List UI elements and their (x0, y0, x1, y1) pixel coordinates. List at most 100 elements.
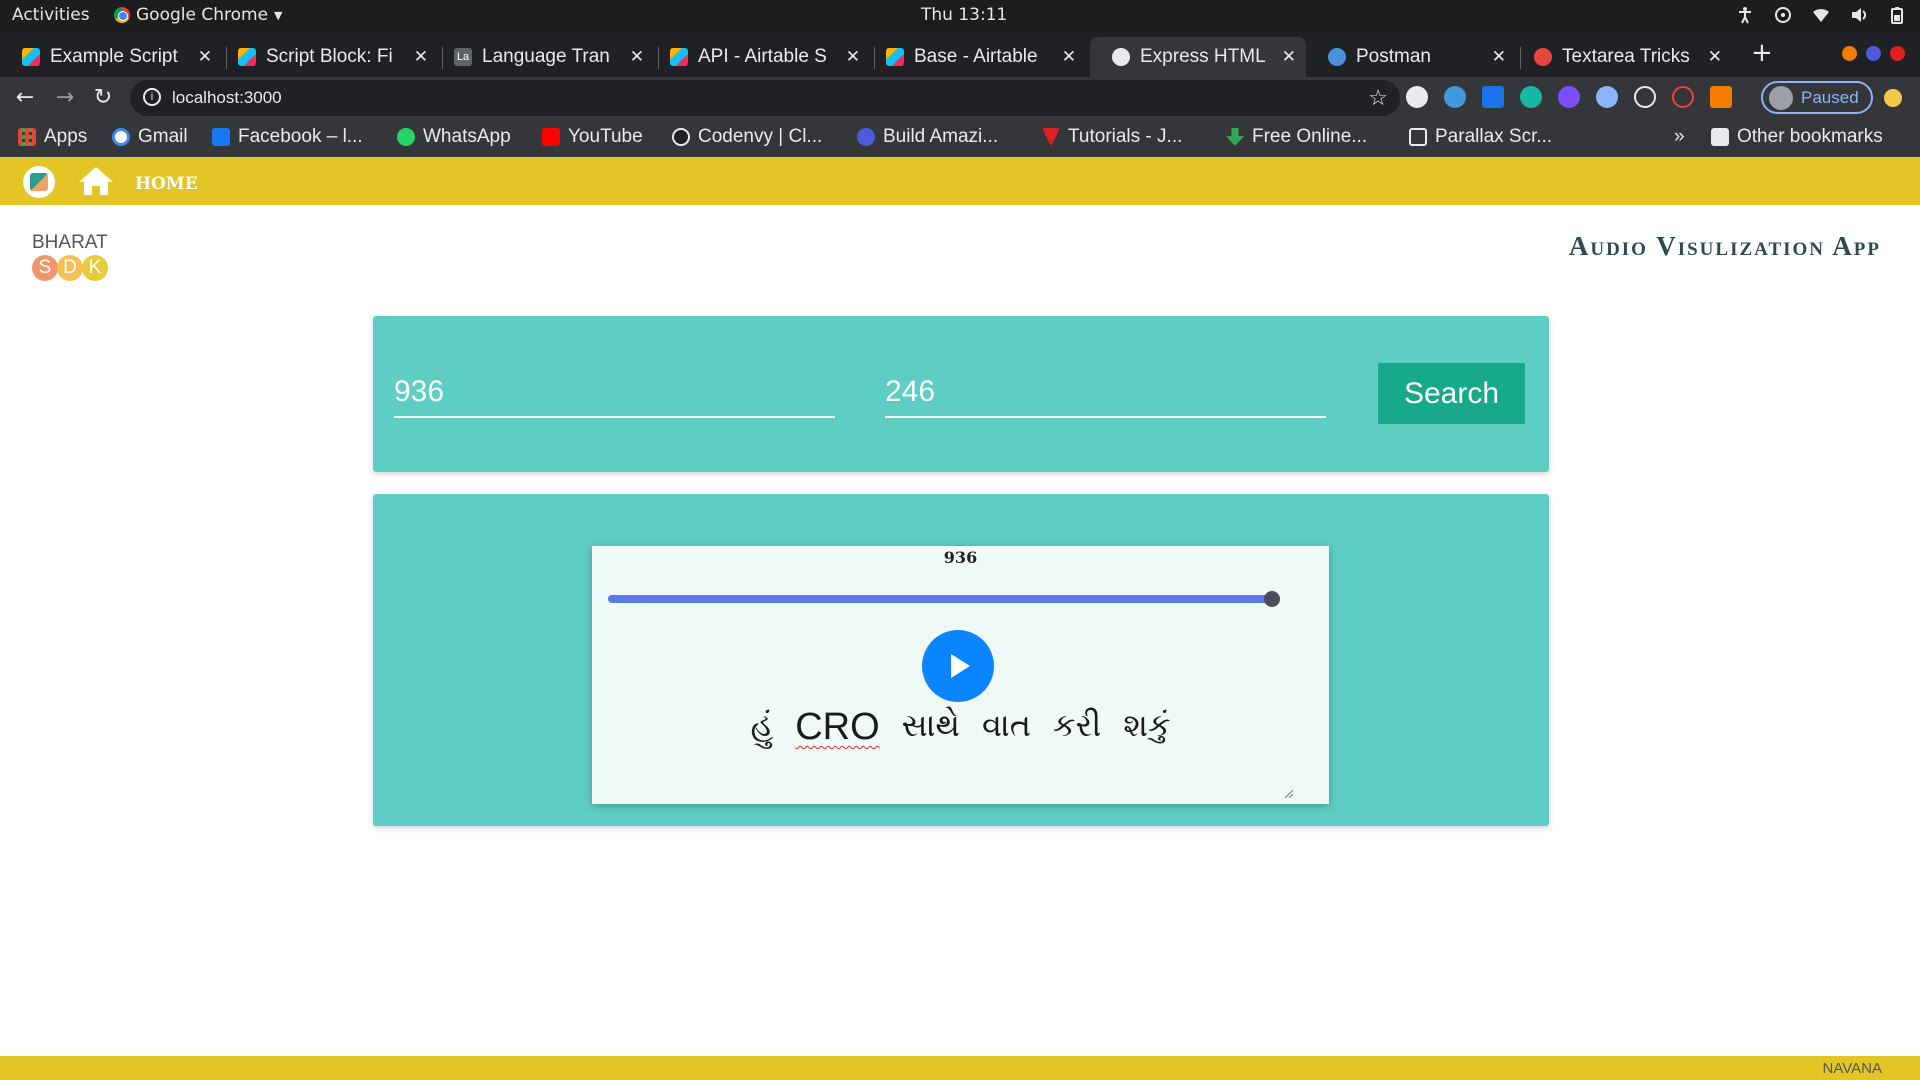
brand-letter: D (57, 255, 83, 281)
progress-thumb[interactable] (1264, 591, 1280, 607)
tab-postman[interactable]: Postman ✕ (1306, 37, 1516, 77)
bookmark-youtube[interactable]: YouTube (542, 126, 643, 148)
close-icon[interactable]: ✕ (1282, 47, 1296, 67)
brand-letter: K (82, 255, 108, 281)
tab-language-translator[interactable]: La Language Tran ✕ (432, 37, 654, 77)
extension-icon[interactable] (1634, 86, 1656, 108)
transcript-word: કરી (1052, 706, 1102, 744)
bookmark-facebook[interactable]: Facebook – l... (212, 126, 363, 148)
close-window-button[interactable] (1890, 46, 1905, 61)
tab-api-airtable[interactable]: API - Airtable S ✕ (648, 37, 870, 77)
la-icon: La (454, 48, 472, 66)
footer-bar: NAVANA (0, 1056, 1920, 1080)
download-icon (1226, 128, 1244, 146)
gnome-top-bar: Activities Google Chrome ▼ Thu 13:11 (0, 0, 1920, 32)
bookmark-label: Tutorials - J... (1068, 126, 1183, 147)
extension-icon[interactable] (1710, 86, 1732, 108)
tab-textarea-tricks[interactable]: Textarea Tricks ✕ (1512, 37, 1732, 77)
search-field-2[interactable] (885, 368, 1326, 418)
address-bar[interactable]: i localhost:3000 ☆ (130, 80, 1400, 116)
audio-player[interactable]: 936 હું CRO સાથે વાત કરી શકું (592, 546, 1329, 804)
bookmark-parallax[interactable]: Parallax Scr... (1409, 126, 1552, 148)
parallax-icon (1409, 128, 1427, 146)
bookmark-label: WhatsApp (423, 126, 511, 147)
bookmark-apps[interactable]: Apps (18, 126, 87, 148)
new-tab-button[interactable]: + (1751, 38, 1773, 68)
tab-script-block[interactable]: Script Block: Fi ✕ (216, 37, 438, 77)
battery-icon (1891, 7, 1903, 24)
player-card: 936 હું CRO સાથે વાત કરી શકું (373, 494, 1549, 826)
extension-icon[interactable] (1520, 86, 1542, 108)
codepen-icon (1534, 48, 1552, 66)
bookmark-codenvy[interactable]: Codenvy | Cl... (672, 126, 822, 148)
search-field-1[interactable] (394, 368, 835, 418)
activities-button[interactable]: Activities (12, 5, 90, 25)
apps-grid-icon (18, 128, 36, 146)
bookmark-gmail[interactable]: Gmail (112, 126, 188, 148)
bookmark-label: Build Amazi... (883, 126, 999, 147)
bookmark-star-icon[interactable]: ☆ (1368, 85, 1388, 111)
footer-brand: NAVANA (1822, 1060, 1882, 1077)
close-icon[interactable]: ✕ (1708, 47, 1722, 67)
maximize-button[interactable] (1866, 46, 1881, 61)
tab-label: Script Block: Fi (266, 46, 393, 67)
extension-icon[interactable] (1558, 86, 1580, 108)
profile-label: Paused (1801, 87, 1859, 107)
app-menu[interactable]: Google Chrome ▼ (114, 5, 283, 25)
close-icon[interactable]: ✕ (846, 47, 860, 67)
extension-icon[interactable] (1482, 86, 1504, 108)
brand-top-text: BHARAT (32, 232, 108, 253)
bookmark-label: Other bookmarks (1737, 126, 1883, 147)
tab-label: Postman (1356, 46, 1431, 67)
home-icon[interactable] (77, 165, 115, 197)
search-card: Search (373, 316, 1549, 472)
url-text[interactable]: localhost:3000 (172, 88, 282, 108)
bookmark-label: Gmail (138, 126, 188, 147)
page-title: Audio Visulization App (1568, 231, 1881, 261)
more-bookmarks-button[interactable]: » (1674, 126, 1685, 148)
tab-base-airtable[interactable]: Base - Airtable ✕ (864, 37, 1086, 77)
transcript-text[interactable]: હું CRO સાથે વાત કરી શકું (592, 706, 1329, 749)
reload-icon[interactable]: ↻ (88, 83, 118, 113)
logo-mark-icon (30, 173, 48, 191)
other-bookmarks[interactable]: Other bookmarks (1711, 126, 1883, 148)
tab-label: Express HTML (1140, 46, 1266, 67)
bookmark-build-amazing[interactable]: Build Amazi... (857, 126, 998, 148)
progress-slider[interactable] (608, 591, 1280, 607)
bookmark-whatsapp[interactable]: WhatsApp (397, 126, 511, 148)
resize-handle-icon[interactable] (1283, 788, 1293, 798)
bookmark-tutorials[interactable]: Tutorials - J... (1042, 126, 1182, 148)
bookmark-free-online[interactable]: Free Online... (1226, 126, 1367, 148)
menu-icon[interactable] (1884, 89, 1902, 107)
chevron-down-icon: ▼ (274, 8, 283, 22)
extension-icon[interactable] (1444, 86, 1466, 108)
play-button[interactable] (922, 630, 994, 702)
forward-icon[interactable]: → (50, 83, 80, 113)
clock[interactable]: Thu 13:11 (921, 5, 1007, 25)
extension-icon[interactable] (1596, 86, 1618, 108)
extension-icon[interactable] (1672, 86, 1694, 108)
home-link[interactable]: HOME (135, 174, 198, 194)
bookmark-label: Free Online... (1252, 126, 1368, 147)
close-icon[interactable]: ✕ (1062, 47, 1076, 67)
search-input-2[interactable] (885, 368, 1326, 416)
tab-express-html[interactable]: Express HTML ✕ (1090, 37, 1306, 77)
tab-example-script[interactable]: Example Script ✕ (0, 37, 222, 77)
back-icon[interactable]: ← (10, 83, 40, 113)
info-icon[interactable]: i (143, 88, 161, 106)
search-input-1[interactable] (394, 368, 835, 416)
profile-button[interactable]: Paused (1761, 81, 1873, 114)
system-tray[interactable] (1736, 6, 1906, 24)
extension-icon[interactable] (1406, 86, 1428, 108)
minimize-button[interactable] (1842, 46, 1857, 61)
accessibility-icon (1739, 7, 1751, 24)
app-logo[interactable] (23, 166, 55, 198)
close-icon[interactable]: ✕ (1492, 47, 1506, 67)
airtable-icon (238, 48, 256, 66)
search-button[interactable]: Search (1378, 363, 1525, 424)
transcript-word: હું (750, 706, 774, 744)
globe-icon (1112, 48, 1130, 66)
close-icon[interactable]: ✕ (414, 47, 428, 67)
close-icon[interactable]: ✕ (630, 47, 644, 67)
close-icon[interactable]: ✕ (198, 47, 212, 67)
